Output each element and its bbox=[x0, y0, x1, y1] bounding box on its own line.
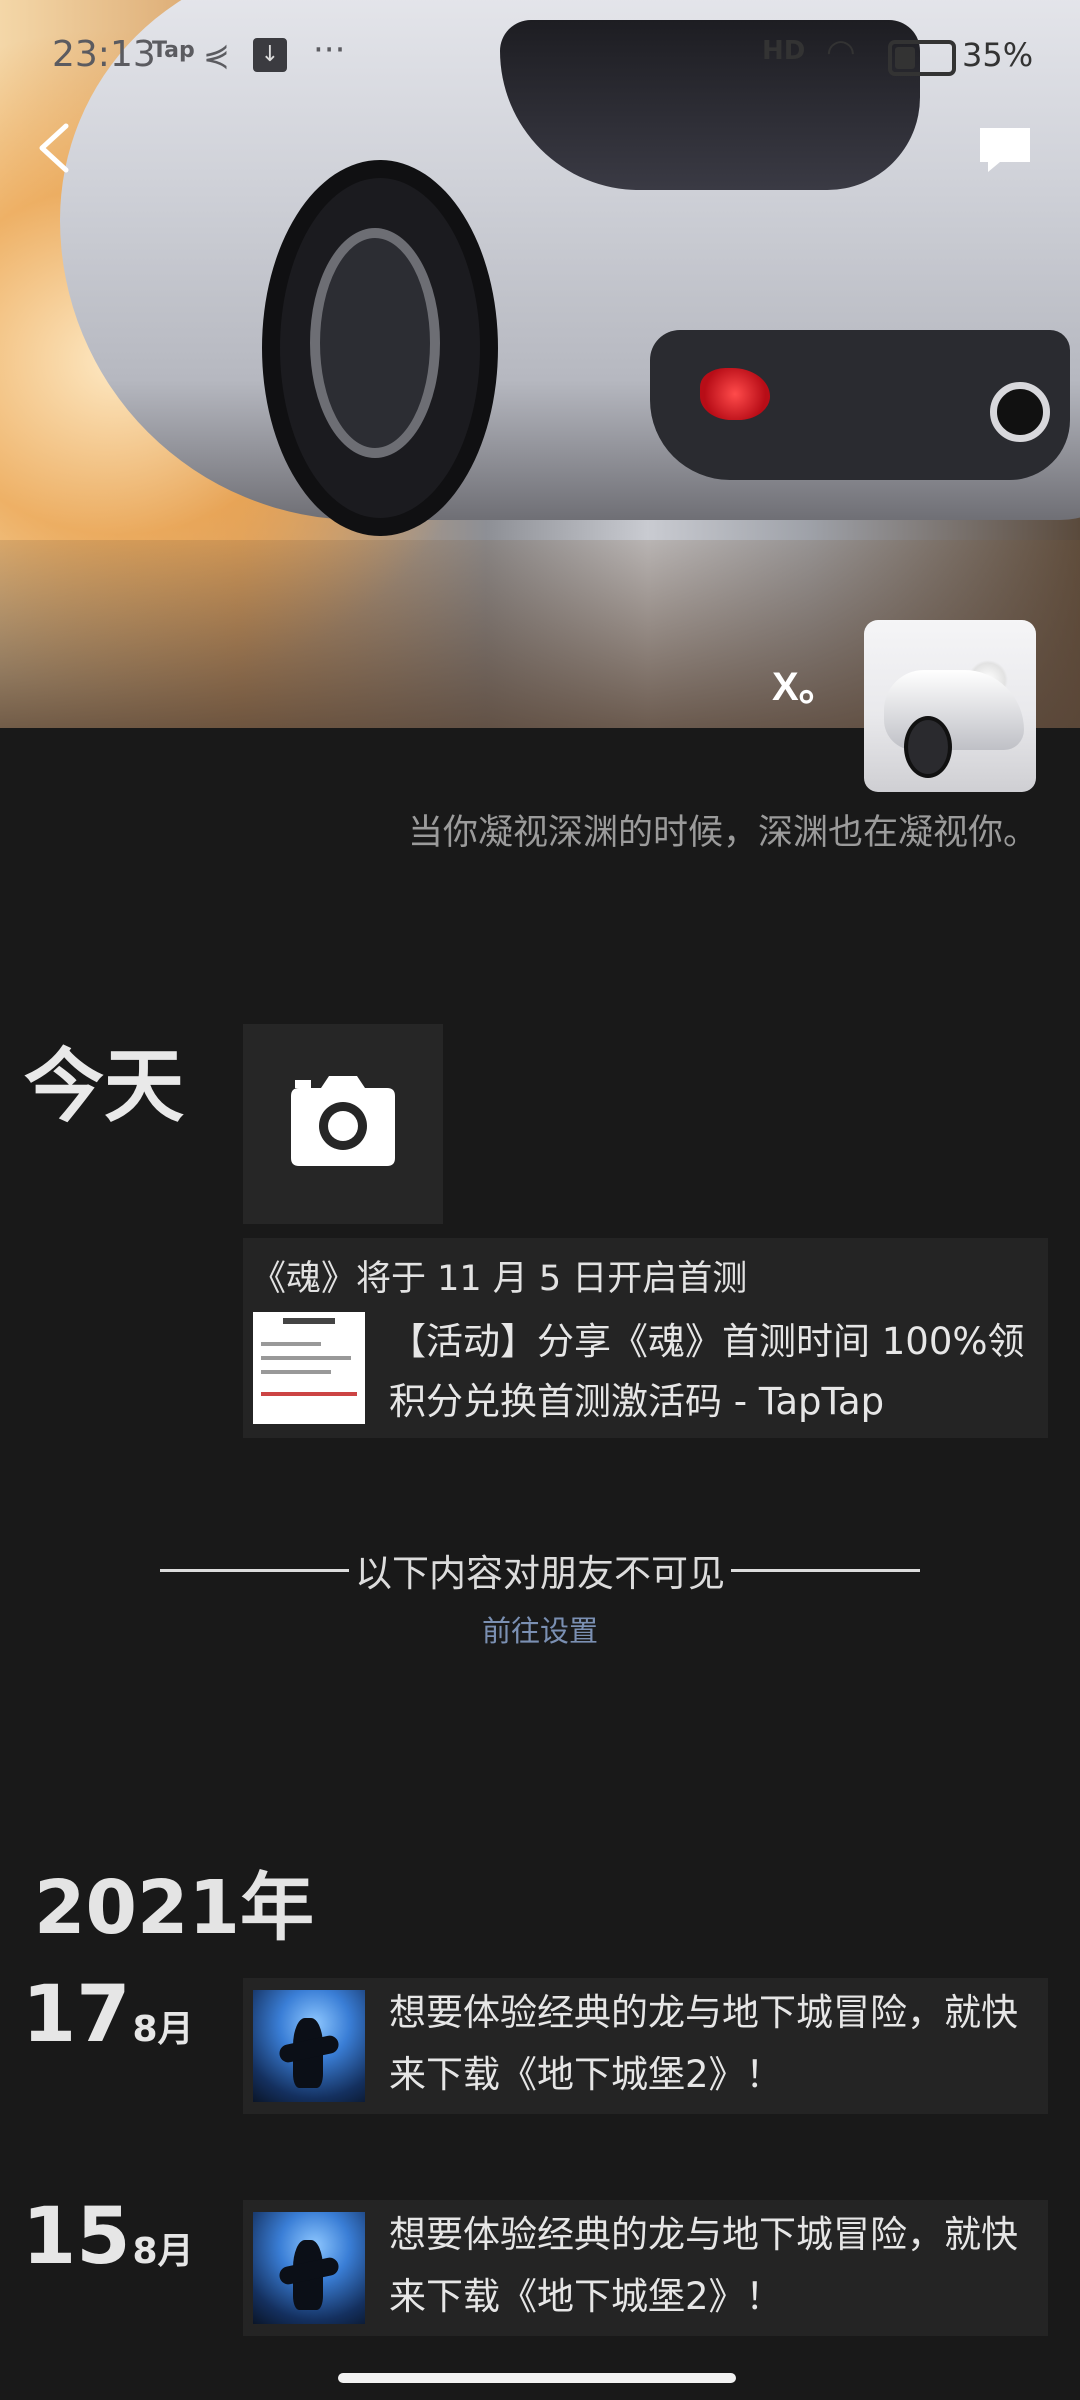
wifi-icon: ◠ bbox=[826, 32, 856, 72]
signal-icon: HD bbox=[762, 36, 806, 66]
privacy-divider-text: 以下内容对朋友不可见 bbox=[355, 1552, 725, 1595]
share-title: 《魂》将于 11 月 5 日开启首测 bbox=[251, 1259, 748, 1299]
post-text: 想要体验经典的龙与地下城冒险，就快来下载《地下城堡2》！ bbox=[389, 1991, 1018, 2096]
status-time: 23:13 bbox=[52, 34, 156, 75]
privacy-divider: 以下内容对朋友不可见 bbox=[160, 1546, 920, 1595]
messages-button[interactable] bbox=[976, 124, 1034, 176]
camera-icon bbox=[291, 1076, 395, 1166]
shared-link-post[interactable]: 《魂》将于 11 月 5 日开启首测 【活动】分享《魂》首测时间 100%领积分… bbox=[243, 1238, 1048, 1438]
cover-car-wheel bbox=[262, 160, 498, 536]
download-notification-icon: ↓ bbox=[253, 38, 287, 72]
battery-percent: 35% bbox=[962, 36, 1034, 74]
status-bar: 23:13 Tap ⋞ ↓ ··· HD ◠ 35% bbox=[0, 0, 1080, 108]
cover-car-exhaust bbox=[990, 382, 1050, 442]
taptap-notification-icon: Tap bbox=[152, 38, 195, 63]
post-month: 8月 bbox=[132, 2009, 194, 2050]
year-label: 2021年 bbox=[34, 1865, 314, 1951]
more-notifications-icon: ··· bbox=[313, 30, 346, 70]
avatar[interactable] bbox=[864, 620, 1036, 792]
post-day: 15 bbox=[22, 2192, 131, 2282]
goto-settings-link[interactable]: 前往设置 bbox=[0, 1608, 1080, 1650]
today-label: 今天 bbox=[24, 1040, 184, 1133]
back-button[interactable] bbox=[30, 118, 80, 178]
new-post-camera-button[interactable] bbox=[243, 1024, 443, 1224]
game-thumbnail bbox=[253, 2212, 365, 2324]
cover-image[interactable] bbox=[0, 0, 1080, 728]
moment-post[interactable]: 想要体验经典的龙与地下城冒险，就快来下载《地下城堡2》！ bbox=[243, 2200, 1048, 2336]
link-thumbnail bbox=[253, 1312, 365, 1424]
share-notification-icon: ⋞ bbox=[203, 36, 230, 74]
home-indicator[interactable] bbox=[338, 2373, 736, 2383]
moment-post[interactable]: 想要体验经典的龙与地下城冒险，就快来下载《地下城堡2》！ bbox=[243, 1978, 1048, 2114]
post-date: 178月 bbox=[22, 1970, 194, 2060]
chevron-left-icon bbox=[39, 123, 69, 173]
nickname[interactable]: X。 bbox=[772, 654, 839, 712]
post-day: 17 bbox=[22, 1970, 131, 2060]
message-icon bbox=[980, 128, 1030, 172]
post-text: 想要体验经典的龙与地下城冒险，就快来下载《地下城堡2》！ bbox=[389, 2213, 1018, 2318]
battery-icon bbox=[888, 40, 956, 76]
game-thumbnail bbox=[253, 1990, 365, 2102]
post-month: 8月 bbox=[132, 2231, 194, 2272]
signature: 当你凝视深渊的时候，深渊也在凝视你。 bbox=[407, 813, 1038, 853]
share-link-text: 【活动】分享《魂》首测时间 100%领积分兑换首测激活码 - TapTap bbox=[389, 1320, 1025, 1423]
post-date: 158月 bbox=[22, 2192, 194, 2282]
